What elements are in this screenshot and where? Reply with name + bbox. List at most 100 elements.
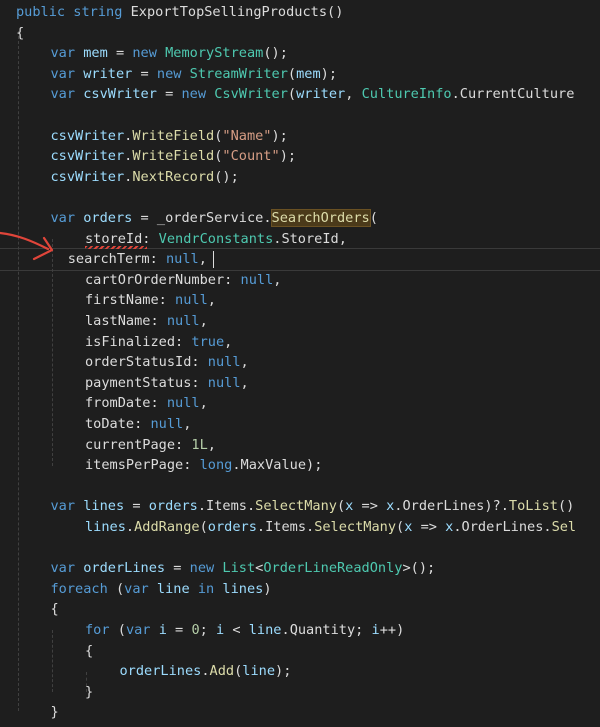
code-token: string	[73, 4, 123, 20]
code-token: ()	[327, 4, 344, 20]
code-token: new	[189, 560, 215, 577]
code-line[interactable]: var csvWriter = new CsvWriter(writer, Cu…	[51, 84, 575, 105]
code-line[interactable]: searchTerm: null,	[68, 249, 207, 270]
code-line[interactable]: for (var i = 0; i < line.Quantity; i++)	[85, 620, 404, 641]
code-token: VendrConstants	[158, 230, 274, 247]
code-line[interactable]: paymentStatus: null,	[85, 373, 249, 394]
code-token: new	[156, 65, 182, 82]
annotation-arrow-icon	[0, 231, 54, 261]
code-line[interactable]: isFinalized: true,	[85, 332, 232, 353]
code-line[interactable]: public string ExportTopSellingProducts()	[16, 2, 343, 23]
code-line[interactable]: var mem = new MemoryStream();	[51, 43, 288, 64]
code-token: MaxValue	[240, 457, 307, 474]
code-line[interactable]: orderLines.Add(line);	[120, 661, 292, 682]
text-caret	[213, 251, 214, 268]
code-token: var	[50, 210, 76, 226]
code-editor[interactable]: public string ExportTopSellingProducts()…	[0, 0, 600, 727]
code-token: "Name"	[222, 127, 272, 144]
code-line[interactable]: lines.AddRange(orders.Items.SelectMany(x…	[85, 517, 576, 538]
code-line[interactable]: }	[85, 682, 93, 703]
code-line[interactable]: var orderLines = new List<OrderLineReadO…	[51, 558, 436, 579]
code-token: (	[287, 86, 297, 103]
code-token: :	[142, 230, 159, 247]
code-token: line	[248, 622, 282, 638]
code-token: 0	[191, 622, 200, 638]
code-line[interactable]: {	[16, 23, 24, 44]
code-line[interactable]: csvWriter.WriteField("Name");	[51, 126, 288, 147]
code-token: mem	[296, 65, 321, 82]
code-token: .	[453, 519, 462, 535]
code-token: .	[263, 210, 272, 226]
code-token: ();	[263, 45, 288, 62]
code-token: .	[197, 498, 207, 515]
code-token: OrderLineReadOnly	[263, 560, 403, 577]
code-token: Items	[206, 498, 247, 515]
code-line[interactable]: foreach (var line in lines)	[51, 579, 272, 600]
code-token: lines	[85, 519, 126, 535]
indent-guide	[18, 30, 19, 711]
code-line[interactable]: var lines = orders.Items.SelectMany(x =>…	[51, 496, 575, 517]
code-token: null	[175, 292, 208, 309]
code-line[interactable]: {	[51, 599, 59, 620]
code-token: .	[232, 457, 241, 474]
code-token: orderStatusId	[85, 354, 192, 371]
code-line[interactable]: fromDate: null,	[85, 393, 208, 414]
code-token: null	[240, 271, 274, 288]
code-line[interactable]: firstName: null,	[85, 290, 216, 311]
code-token: writer	[83, 65, 133, 82]
code-token: .	[246, 498, 256, 515]
code-line[interactable]: toDate: null,	[85, 414, 191, 435]
code-token: StreamWriter	[189, 65, 288, 82]
code-token: writer	[296, 86, 346, 103]
code-token: foreach	[50, 580, 108, 597]
code-line[interactable]: cartOrOrderNumber: null,	[85, 270, 281, 291]
code-token: OrderLines	[461, 519, 544, 535]
code-token: (	[199, 519, 208, 535]
code-token: :	[150, 313, 167, 329]
code-line[interactable]: csvWriter.NextRecord();	[51, 167, 239, 188]
code-token: lastName	[85, 313, 151, 329]
code-token: fromDate	[85, 395, 151, 412]
code-token: new	[132, 45, 157, 62]
code-token: SearchOrders	[270, 209, 371, 227]
code-token: }	[50, 704, 59, 721]
code-token: ,	[207, 292, 216, 309]
code-token: CultureInfo	[361, 86, 452, 103]
code-line[interactable]: orderStatusId: null,	[85, 352, 249, 373]
code-line[interactable]: var writer = new StreamWriter(mem);	[51, 64, 338, 85]
code-line[interactable]: }	[51, 702, 59, 723]
code-token: lines	[222, 580, 264, 597]
code-token: storeId	[85, 230, 143, 247]
code-token: ,	[199, 313, 208, 329]
code-token: ToList	[508, 498, 558, 515]
code-line[interactable]: itemsPerPage: long.MaxValue);	[85, 455, 322, 476]
code-token: =	[124, 498, 149, 515]
code-line[interactable]: csvWriter.WriteField("Count");	[51, 146, 297, 167]
code-token: =>	[412, 519, 446, 535]
code-token: {	[85, 642, 94, 659]
code-token: orders	[148, 498, 198, 515]
code-token: WriteField	[132, 127, 215, 144]
code-token: for	[85, 622, 110, 638]
code-token: null	[165, 251, 199, 268]
code-token: =	[166, 622, 192, 638]
code-token: .	[201, 663, 210, 680]
code-token: orders	[207, 519, 257, 535]
code-token: =	[156, 86, 182, 103]
code-token: isFinalized	[85, 333, 176, 350]
code-token: ,	[224, 333, 233, 350]
code-line[interactable]: lastName: null,	[85, 311, 208, 332]
code-line[interactable]: var orders = _orderService.SearchOrders(	[51, 208, 378, 229]
code-token: :	[158, 292, 176, 309]
code-token: List	[222, 560, 256, 577]
code-token: cartOrOrderNumber	[85, 271, 225, 288]
code-token: .	[451, 86, 460, 103]
code-token: null	[207, 354, 241, 371]
code-line[interactable]: {	[85, 641, 93, 662]
indent-guide	[52, 238, 53, 466]
code-line[interactable]: currentPage: 1L,	[85, 435, 216, 456]
code-token: :	[183, 457, 200, 474]
code-token: );	[320, 65, 338, 82]
